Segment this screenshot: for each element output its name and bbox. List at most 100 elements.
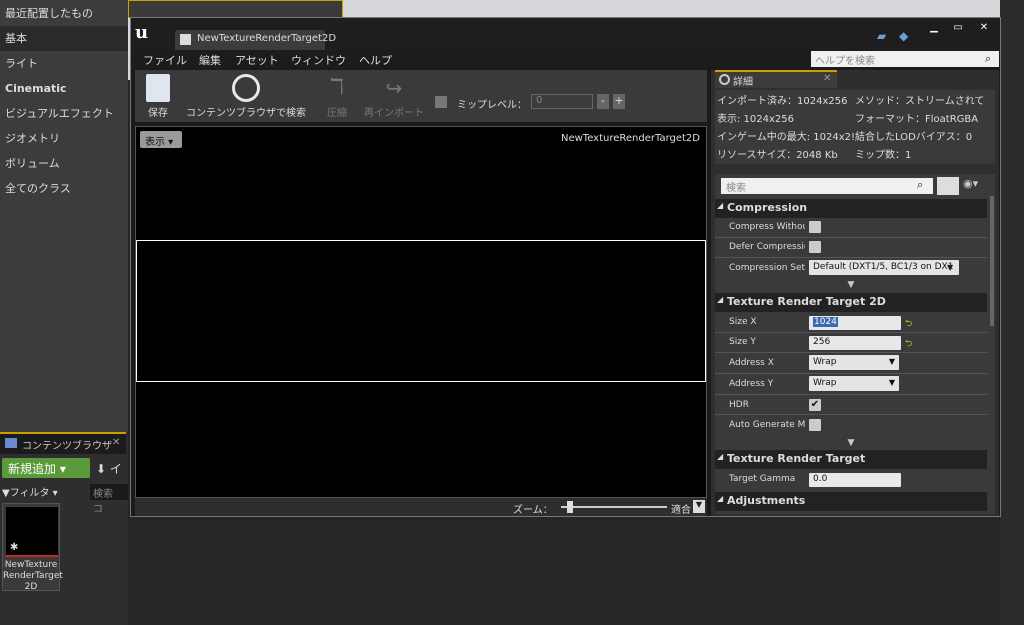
row-divider [715, 332, 987, 333]
row-divider [715, 394, 987, 395]
asset-thumbnail[interactable]: ✱ NewTexture RenderTarget 2D [2, 503, 63, 592]
display-button[interactable]: 表示 ▾ [140, 131, 182, 148]
menu-help[interactable]: ヘルプ [359, 52, 392, 68]
texture-preview [136, 240, 706, 382]
graduation-icon[interactable]: ◆ [899, 29, 908, 43]
details-scrollbar[interactable] [990, 196, 994, 326]
collapse-icon: ◢ [717, 295, 724, 304]
help-search-input[interactable]: ヘルプを検索 [811, 51, 999, 67]
eye-icon[interactable]: ◉▾ [963, 177, 978, 190]
search-icon[interactable]: ⌕ [985, 52, 991, 66]
lp-item-cinematic[interactable]: Cinematic [0, 76, 128, 101]
hdr-checkbox[interactable]: ✔ [809, 399, 821, 411]
defer-compression-checkbox[interactable] [809, 241, 821, 253]
chevron-down-icon: ▼ [888, 357, 895, 366]
menu-window[interactable]: ウィンドウ [291, 52, 346, 68]
row-divider [715, 373, 987, 374]
texture-icon [180, 34, 191, 45]
address-y-value: Wrap [813, 378, 837, 388]
mip-minus-button[interactable]: - [597, 94, 609, 109]
category-compression[interactable]: ◢ Compression [715, 199, 987, 218]
address-x-dropdown[interactable]: Wrap ▼ [809, 355, 899, 370]
mip-level-label: ミップレベル： [457, 100, 527, 111]
add-new-button[interactable]: 新規追加 ▾ [2, 458, 90, 478]
view-options-icon[interactable] [937, 177, 959, 195]
content-browser-icon [5, 438, 17, 448]
target-gamma-input[interactable]: 0.0 [809, 473, 901, 487]
close-icon[interactable]: ✕ [823, 73, 831, 84]
asset-name: NewTexture RenderTarget 2D [3, 560, 63, 592]
mip-plus-button[interactable]: + [613, 94, 625, 109]
address-y-dropdown[interactable]: Wrap ▼ [809, 376, 899, 391]
mip-level-input[interactable]: 0 [531, 94, 593, 109]
chat-icon[interactable]: ▰ [877, 29, 886, 43]
document-tab[interactable]: NewTextureRenderTarget2D [175, 30, 336, 50]
size-x-value: 1024 [813, 317, 838, 327]
content-search-input[interactable]: 検索 コ [90, 484, 128, 515]
collapse-icon: ◢ [717, 494, 724, 503]
reset-default-icon[interactable]: ⮌ [905, 316, 912, 332]
category-adjustments-label: Adjustments [727, 494, 806, 507]
mip-checkbox[interactable] [435, 96, 447, 108]
category-trt2d-label: Texture Render Target 2D [727, 295, 886, 308]
prop-size-x-label: Size X [729, 317, 757, 327]
viewport-asset-name: NewTextureRenderTarget2D [560, 133, 700, 144]
auto-mips-checkbox[interactable] [809, 419, 821, 431]
category-texture-render-target[interactable]: ◢ Texture Render Target [715, 450, 987, 469]
maximize-button[interactable]: ▭ [947, 21, 969, 35]
row-divider [715, 352, 987, 353]
reimport-button[interactable]: ↪ 再インポート [361, 70, 427, 122]
zoom-fit-label[interactable]: 適合 [671, 501, 691, 516]
reset-default-icon[interactable]: ⮌ [905, 336, 912, 352]
search-icon[interactable]: ⌕ [917, 178, 923, 192]
compression-settings-dropdown[interactable]: Default (DXT1/5, BC1/3 on DX1 [809, 260, 959, 275]
details-search-input[interactable]: 検索 [721, 178, 933, 194]
close-icon[interactable]: ✕ [112, 437, 120, 448]
title-bar: u NewTextureRenderTarget2D ▰ ◆ ▁ ▭ ✕ [131, 18, 1000, 50]
compress-icon: ℸ [329, 75, 345, 100]
save-button[interactable]: 保存 [139, 70, 177, 122]
import-button[interactable]: ⬇ イ [96, 458, 128, 478]
menu-edit[interactable]: 編集 [199, 52, 221, 68]
minimize-button[interactable]: ▁ [923, 21, 945, 35]
lp-item-visual-effects[interactable]: ビジュアルエフェクト [0, 101, 128, 126]
close-window-button[interactable]: ✕ [973, 21, 995, 35]
row-divider [715, 414, 987, 415]
content-browser-tab[interactable]: コンテンツブラウザ ✕ [0, 432, 126, 454]
chevron-down-icon: ▼ [947, 263, 954, 272]
lp-item-recent[interactable]: 最近配置したもの [0, 1, 128, 26]
menu-asset[interactable]: アセット [235, 52, 279, 68]
chevron-down-icon: ▼ [888, 378, 895, 387]
content-browser-tab-label: コンテンツブラウザ [22, 441, 112, 452]
compress-without-checkbox[interactable] [809, 221, 821, 233]
lp-item-geometry[interactable]: ジオメトリ [0, 126, 128, 151]
browse-button[interactable]: コンテンツブラウザで検索 [183, 70, 309, 122]
lp-item-basic[interactable]: 基本 [0, 26, 128, 51]
filter-button[interactable]: ▼フィルタ ▾ [2, 488, 58, 499]
expand-advanced-icon[interactable]: ▼ [715, 280, 987, 290]
expand-advanced-icon[interactable]: ▼ [715, 438, 987, 448]
filter-row: ▼フィルタ ▾ 検索 コ [2, 484, 128, 515]
prop-target-gamma-label: Target Gamma [729, 474, 796, 484]
zoom-dropdown-icon[interactable]: ▼ [693, 500, 705, 513]
lp-item-volumes[interactable]: ボリューム [0, 151, 128, 176]
category-adjustments[interactable]: ◢ Adjustments [715, 492, 987, 511]
compress-button[interactable]: ℸ 圧縮 [317, 70, 357, 122]
info-imported: インポート済み：1024x256 [717, 96, 848, 107]
prop-hdr-label: HDR [729, 400, 749, 410]
asterisk-icon: ✱ [10, 542, 19, 553]
lp-item-lights[interactable]: ライト [0, 51, 128, 76]
size-x-input[interactable]: 1024 [809, 316, 901, 330]
texture-viewport[interactable]: 表示 ▾ NewTextureRenderTarget2D [135, 126, 707, 498]
info-displayed: 表示: 1024x256 [717, 114, 795, 125]
add-new-label: 新規追加 ▾ [8, 462, 66, 476]
lp-item-all-classes[interactable]: 全てのクラス [0, 176, 128, 201]
zoom-slider[interactable] [561, 506, 667, 508]
details-tab[interactable]: 詳細 ✕ [715, 70, 837, 88]
size-y-input[interactable]: 256 [809, 336, 901, 350]
collapse-icon: ◢ [717, 201, 724, 210]
menu-file[interactable]: ファイル [143, 52, 187, 68]
save-icon [146, 74, 170, 102]
zoom-slider-handle[interactable] [567, 501, 573, 513]
category-texture-render-target-2d[interactable]: ◢ Texture Render Target 2D [715, 293, 987, 312]
